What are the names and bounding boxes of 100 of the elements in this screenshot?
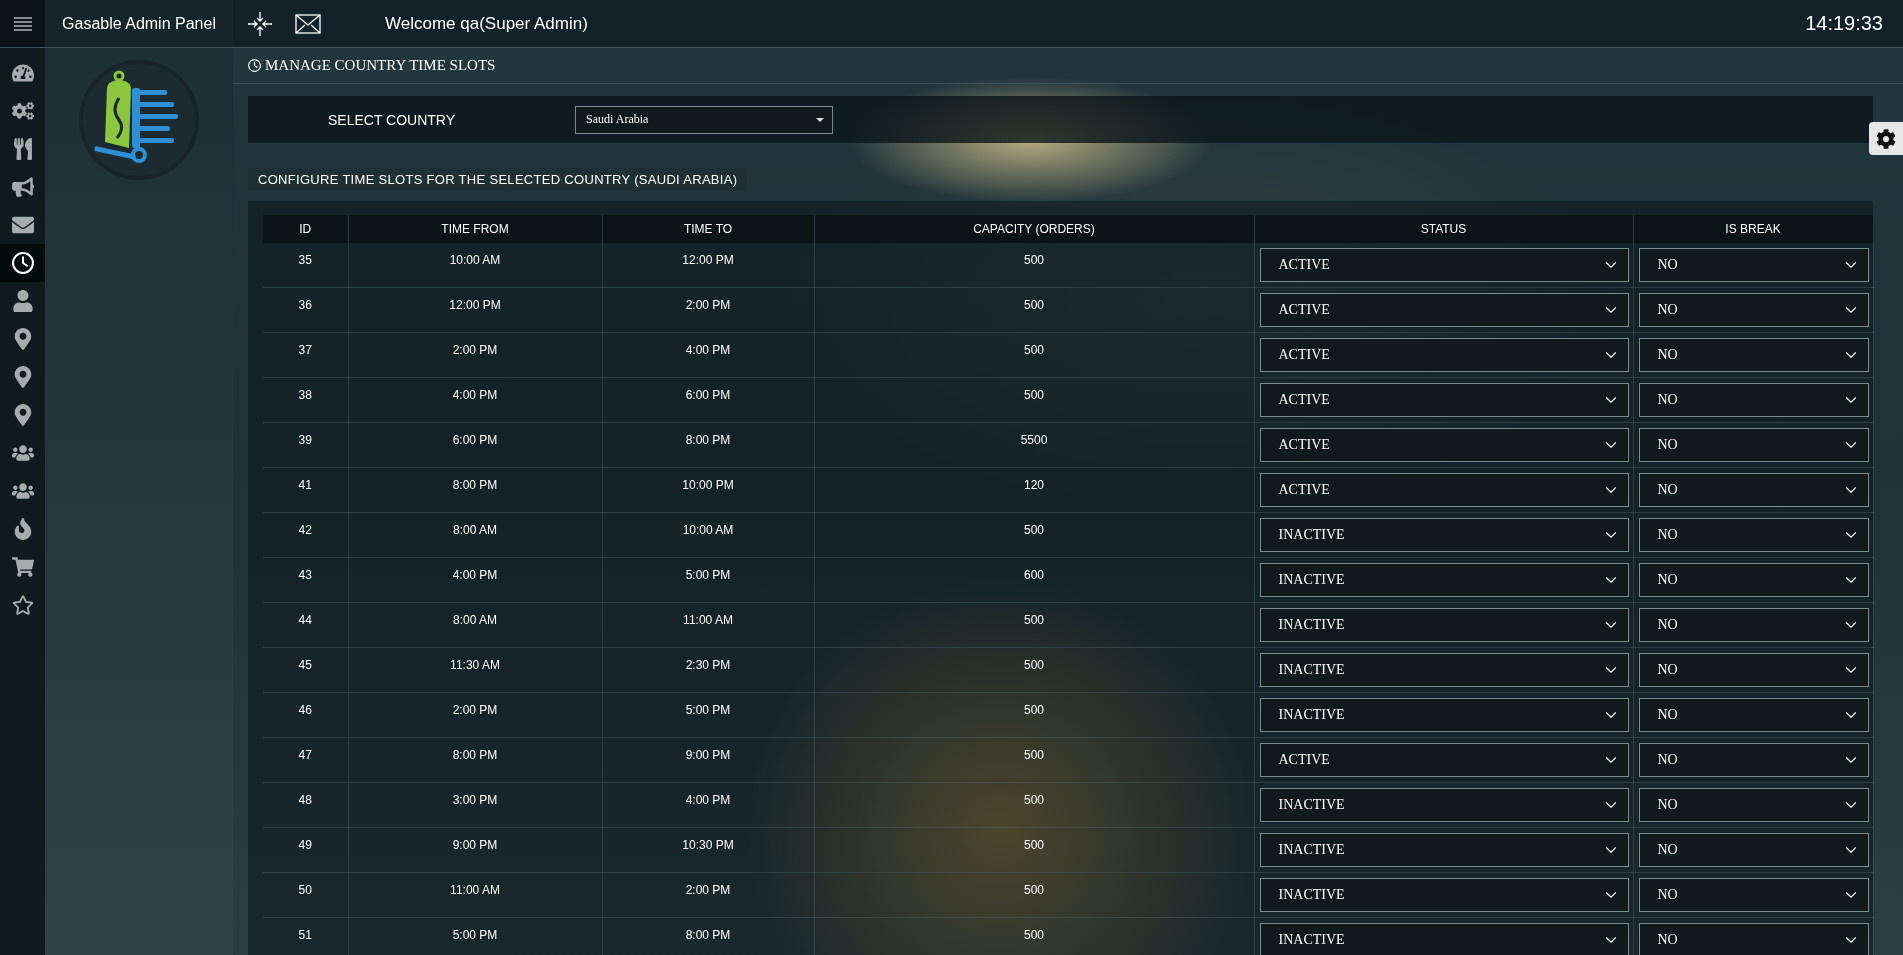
table-cell: 5500 bbox=[814, 422, 1254, 468]
table-cell: 2:00 PM bbox=[348, 332, 602, 378]
column-header: IS BREAK bbox=[1633, 215, 1873, 243]
page-title: MANAGE COUNTRY TIME SLOTS bbox=[265, 57, 496, 74]
table-cell: 49 bbox=[263, 827, 348, 873]
table-cell: 8:00 PM bbox=[348, 737, 602, 783]
status-select[interactable]: INACTIVE bbox=[1259, 788, 1629, 822]
break-select[interactable]: NO bbox=[1638, 743, 1869, 777]
break-select[interactable]: NO bbox=[1638, 248, 1869, 282]
table-cell: 500 bbox=[814, 243, 1254, 288]
column-header: TIME TO bbox=[602, 215, 814, 243]
table-cell: 50 bbox=[263, 872, 348, 918]
table-cell: 36 bbox=[263, 287, 348, 333]
break-select[interactable]: NO bbox=[1638, 653, 1869, 687]
table-cell: 10:00 AM bbox=[348, 243, 602, 288]
table-cell: 37 bbox=[263, 332, 348, 378]
table-cell: 4:00 PM bbox=[602, 782, 814, 828]
app-title: Gasable Admin Panel bbox=[62, 14, 216, 33]
country-label: SELECT COUNTRY bbox=[328, 111, 456, 128]
status-select[interactable]: ACTIVE bbox=[1259, 428, 1629, 462]
table-cell: 48 bbox=[263, 782, 348, 828]
table-cell: 43 bbox=[263, 557, 348, 603]
table-cell: 38 bbox=[263, 377, 348, 423]
envelope-icon bbox=[11, 214, 34, 236]
caret-icon bbox=[816, 117, 825, 122]
settings-icon bbox=[1876, 128, 1896, 149]
table-cell: 5:00 PM bbox=[602, 692, 814, 738]
country-select[interactable]: Saudi Arabia bbox=[575, 105, 834, 134]
status-select[interactable]: ACTIVE bbox=[1259, 338, 1629, 372]
table-cell: 500 bbox=[814, 287, 1254, 333]
break-select[interactable]: NO bbox=[1638, 878, 1869, 912]
break-select[interactable]: NO bbox=[1638, 923, 1869, 955]
break-select[interactable]: NO bbox=[1638, 518, 1869, 552]
break-select[interactable]: NO bbox=[1638, 383, 1869, 417]
status-select[interactable]: INACTIVE bbox=[1259, 653, 1629, 687]
break-select[interactable]: NO bbox=[1638, 698, 1869, 732]
table-cell: 5:00 PM bbox=[348, 917, 602, 955]
table-cell: 10:00 AM bbox=[602, 512, 814, 558]
table-cell: 45 bbox=[263, 647, 348, 693]
envelope-icon[interactable] bbox=[295, 13, 321, 34]
table-cell: 42 bbox=[263, 512, 348, 558]
group-icon bbox=[11, 480, 34, 502]
column-header: STATUS bbox=[1254, 215, 1633, 243]
status-select[interactable]: INACTIVE bbox=[1259, 833, 1629, 867]
logo-icon bbox=[77, 58, 201, 182]
welcome-text: Welcome qa(Super Admin) bbox=[385, 13, 588, 34]
table-cell: 8:00 PM bbox=[602, 422, 814, 468]
table-cell: 6:00 PM bbox=[602, 377, 814, 423]
table-cell: 11:30 AM bbox=[348, 647, 602, 693]
cart-icon bbox=[11, 556, 34, 578]
menu-icon[interactable] bbox=[13, 16, 32, 31]
status-select[interactable]: INACTIVE bbox=[1259, 518, 1629, 552]
break-select[interactable]: NO bbox=[1638, 788, 1869, 822]
table-cell: 500 bbox=[814, 692, 1254, 738]
break-select[interactable]: NO bbox=[1638, 338, 1869, 372]
table-cell: 44 bbox=[263, 602, 348, 648]
table-cell: 500 bbox=[814, 647, 1254, 693]
megaphone-icon bbox=[11, 176, 34, 198]
column-header: CAPACITY (ORDERS) bbox=[814, 215, 1254, 243]
user-icon bbox=[11, 290, 34, 312]
table-cell: 51 bbox=[263, 917, 348, 955]
table-cell: 500 bbox=[814, 332, 1254, 378]
status-select[interactable]: INACTIVE bbox=[1259, 923, 1629, 955]
table-cell: 11:00 AM bbox=[348, 872, 602, 918]
status-select[interactable]: INACTIVE bbox=[1259, 608, 1629, 642]
table-cell: 2:30 PM bbox=[602, 647, 814, 693]
table-cell: 8:00 PM bbox=[348, 467, 602, 513]
table-cell: 9:00 PM bbox=[348, 827, 602, 873]
table-cell: 600 bbox=[814, 557, 1254, 603]
settings-button[interactable] bbox=[1869, 122, 1903, 155]
table-cell: 4:00 PM bbox=[602, 332, 814, 378]
break-select[interactable]: NO bbox=[1638, 293, 1869, 327]
clock-icon bbox=[248, 59, 261, 72]
status-select[interactable]: ACTIVE bbox=[1259, 383, 1629, 417]
table-cell: 47 bbox=[263, 737, 348, 783]
section-title: CONFIGURE TIME SLOTS FOR THE SELECTED COUNTRY (SAUDI ARABIA) bbox=[248, 168, 748, 191]
column-header: TIME FROM bbox=[348, 215, 602, 243]
table-cell: 4:00 PM bbox=[348, 377, 602, 423]
status-select[interactable]: ACTIVE bbox=[1259, 248, 1629, 282]
status-select[interactable]: INACTIVE bbox=[1259, 878, 1629, 912]
break-select[interactable]: NO bbox=[1638, 608, 1869, 642]
break-select[interactable]: NO bbox=[1638, 563, 1869, 597]
table-cell: 4:00 PM bbox=[348, 557, 602, 603]
status-select[interactable]: ACTIVE bbox=[1259, 473, 1629, 507]
table-cell: 500 bbox=[814, 872, 1254, 918]
sidebar-item[interactable] bbox=[0, 244, 45, 282]
table-cell: 5:00 PM bbox=[602, 557, 814, 603]
table-cell: 500 bbox=[814, 377, 1254, 423]
status-select[interactable]: INACTIVE bbox=[1259, 698, 1629, 732]
compress-icon[interactable] bbox=[247, 10, 273, 37]
status-select[interactable]: INACTIVE bbox=[1259, 563, 1629, 597]
dashboard-icon bbox=[11, 62, 34, 84]
table-cell: 2:00 PM bbox=[602, 287, 814, 333]
table-cell: 500 bbox=[814, 917, 1254, 955]
break-select[interactable]: NO bbox=[1638, 428, 1869, 462]
table-cell: 500 bbox=[814, 602, 1254, 648]
status-select[interactable]: ACTIVE bbox=[1259, 293, 1629, 327]
break-select[interactable]: NO bbox=[1638, 833, 1869, 867]
status-select[interactable]: ACTIVE bbox=[1259, 743, 1629, 777]
break-select[interactable]: NO bbox=[1638, 473, 1869, 507]
